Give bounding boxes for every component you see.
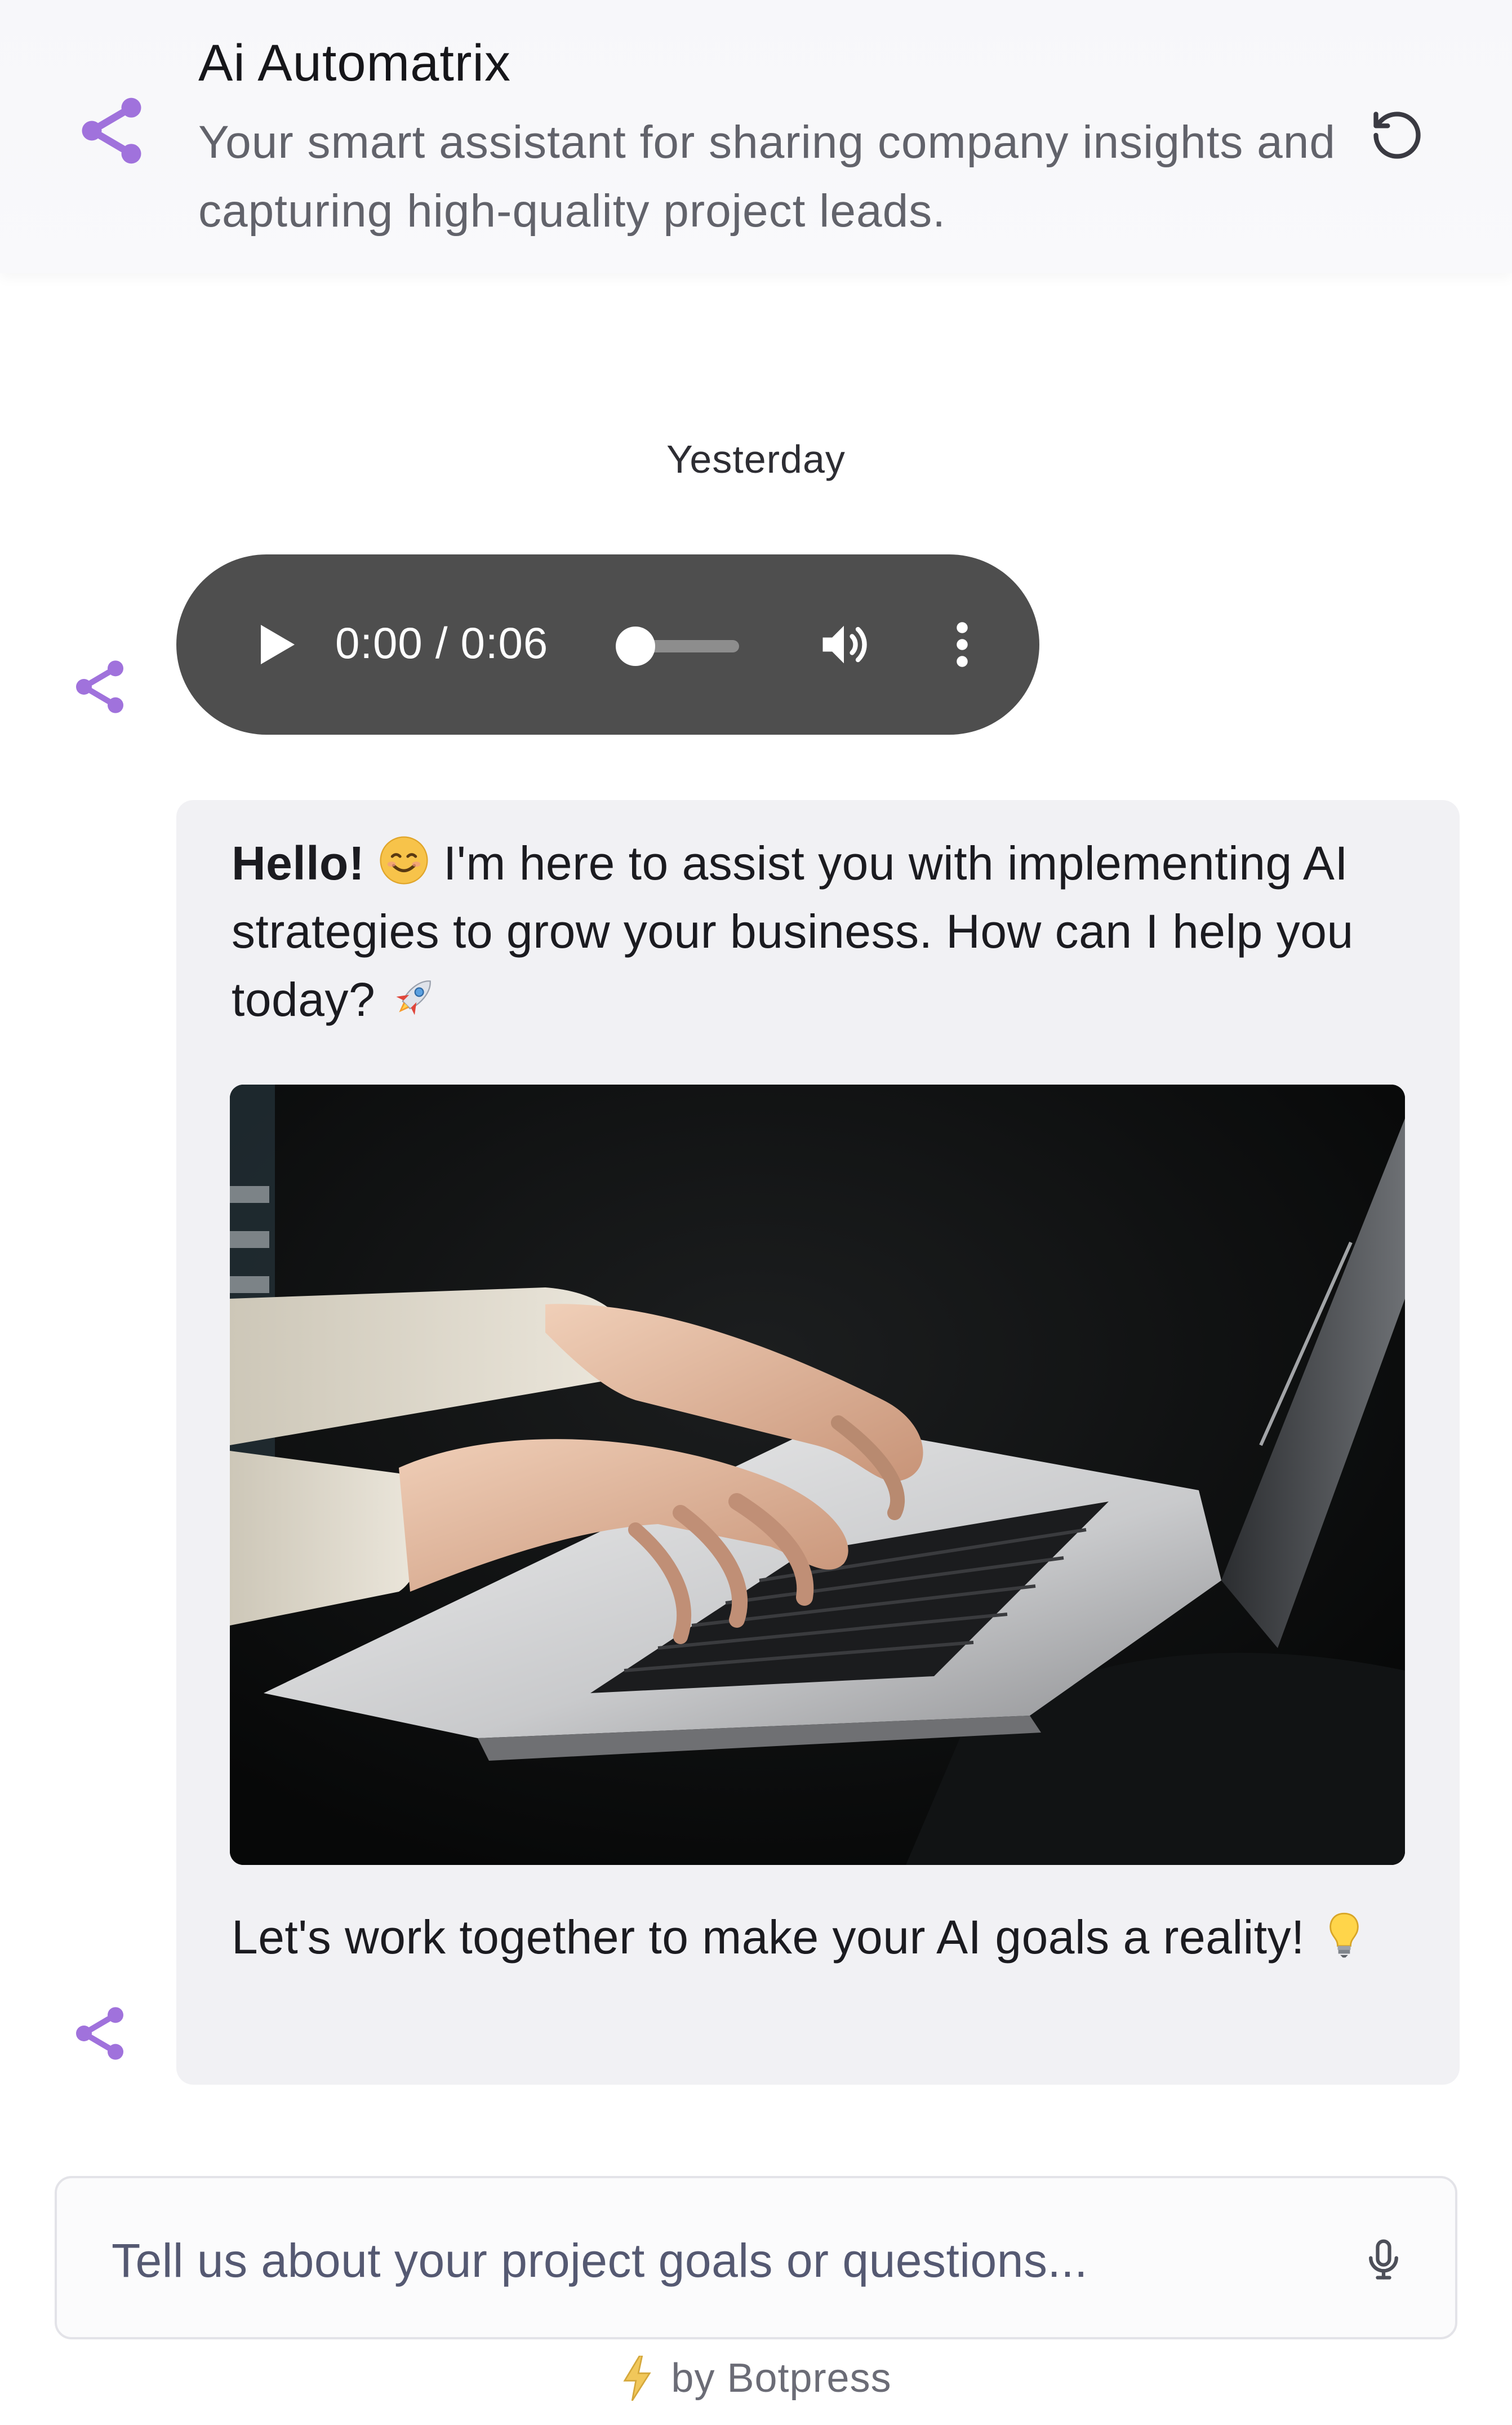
audio-play-button[interactable] <box>244 611 312 678</box>
audio-time-display: 0:00/0:06 <box>335 618 548 669</box>
message-input[interactable] <box>110 2223 1324 2298</box>
audio-progress-thumb[interactable] <box>616 627 655 666</box>
footer-label: by Botpress <box>671 2356 892 2401</box>
volume-icon <box>822 625 867 664</box>
audio-volume-button[interactable] <box>810 611 878 678</box>
message-greeting-text: Hello! I'm here to assist you with imple… <box>232 829 1420 1034</box>
more-vertical-icon <box>957 622 968 667</box>
message-composer <box>55 2176 1457 2339</box>
closing-body: Let's work together to make your AI goal… <box>232 1911 1305 1964</box>
audio-message-player: 0:00/0:06 <box>176 554 1039 735</box>
voice-input-button[interactable] <box>1347 2223 1420 2297</box>
message-avatar-share-icon <box>68 655 131 718</box>
bot-description: Your smart assistant for sharing company… <box>198 117 1336 237</box>
lightning-icon <box>623 2356 652 2401</box>
bot-name: Ai Automatrix <box>198 34 511 92</box>
message-closing-text: Let's work together to make your AI goal… <box>232 1903 1420 1971</box>
smiling-face-emoji-icon <box>378 834 430 886</box>
bot-avatar-share-icon <box>72 91 151 170</box>
lightbulb-emoji-icon <box>1318 1908 1370 1960</box>
message-avatar-share-icon-2 <box>68 2002 131 2065</box>
date-separator: Yesterday <box>666 437 846 481</box>
refresh-icon <box>1373 112 1421 159</box>
audio-duration: 0:06 <box>460 618 549 668</box>
laptop-typing-photo <box>230 1085 1405 1865</box>
rocket-emoji-icon <box>389 971 441 1023</box>
chat-header: Ai Automatrix Your smart assistant for s… <box>0 0 1512 273</box>
microphone-icon <box>1369 2239 1398 2280</box>
bot-message-bubble: Hello! I'm here to assist you with imple… <box>176 800 1460 2085</box>
audio-time-separator: / <box>435 618 448 668</box>
botpress-credit-link[interactable]: by Botpress <box>620 2355 891 2401</box>
refresh-conversation-button[interactable] <box>1363 101 1431 169</box>
footer: by Botpress <box>0 2355 1512 2410</box>
audio-more-options-button[interactable] <box>940 611 985 678</box>
greeting-bold: Hello! <box>232 837 365 890</box>
play-icon <box>261 625 295 664</box>
audio-current-time: 0:00 <box>335 618 423 668</box>
